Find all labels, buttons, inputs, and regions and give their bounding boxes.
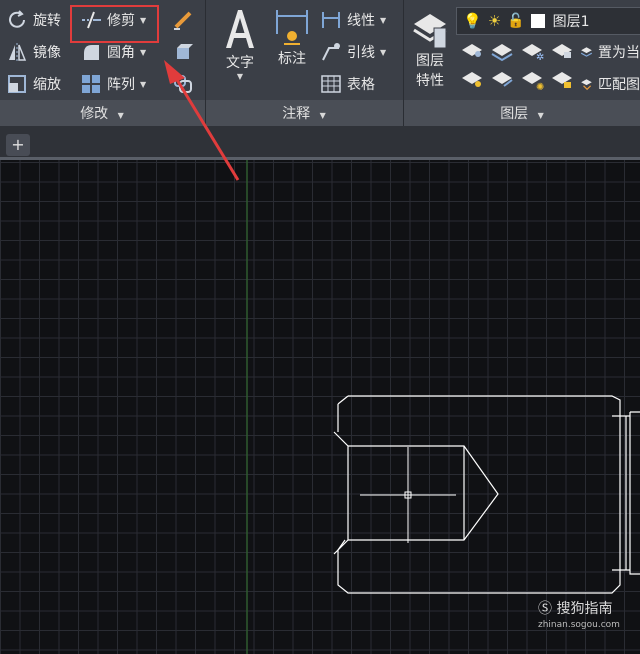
sogou-watermark: Ⓢ 搜狗指南 zhinan.sogou.com [538, 598, 620, 630]
watermark-url: zhinan.sogou.com [538, 620, 620, 630]
cad-window: 旋转 修剪 ▼ 镜像 圆角 ▼ 缩放 阵列 ▼ 文字 ▼ 标注 线性 ▼ 引线 … [0, 0, 640, 654]
annotation-arrow [164, 60, 240, 181]
sogou-logo-icon: Ⓢ [538, 601, 552, 617]
watermark-brand: 搜狗指南 [556, 601, 613, 617]
